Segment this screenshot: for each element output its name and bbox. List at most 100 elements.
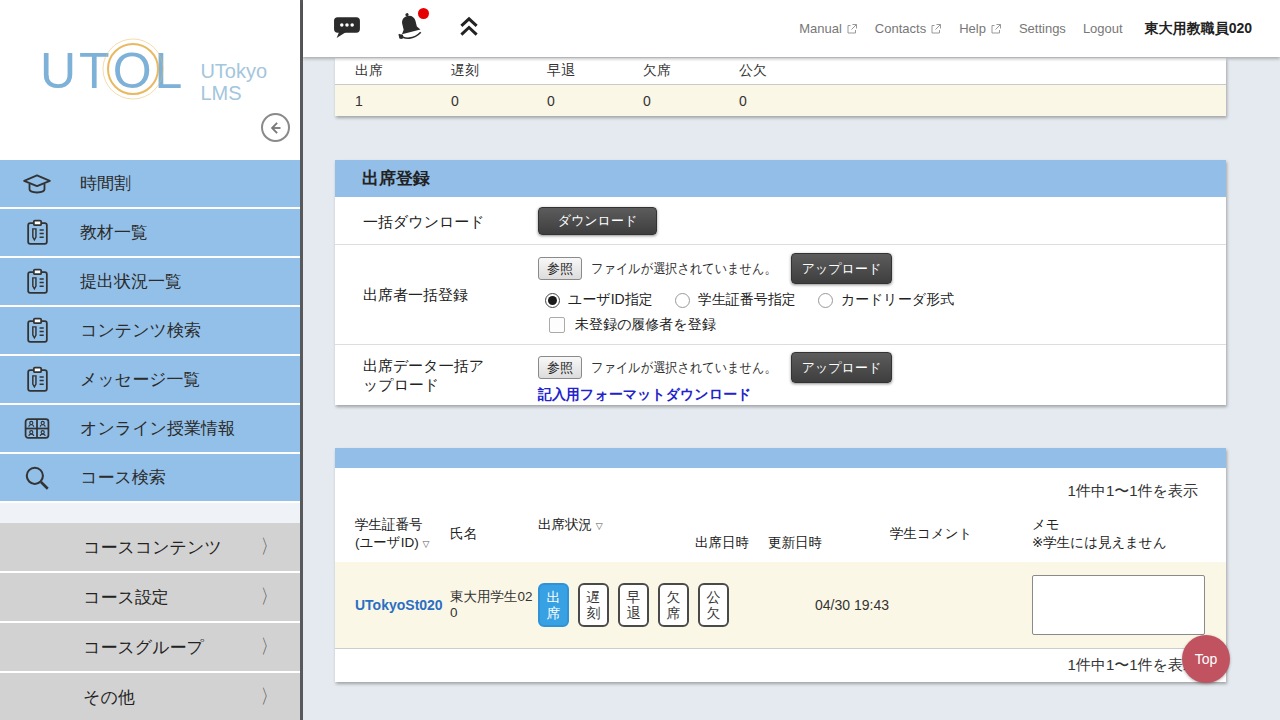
- student-name: 東大用学生020: [450, 589, 538, 621]
- status-present-button[interactable]: 出席: [538, 583, 569, 627]
- utol-logo-subtitle: UTokyo LMS: [200, 60, 267, 105]
- summary-header-cell: 欠席: [643, 62, 739, 80]
- radio-card-reader[interactable]: [818, 293, 833, 308]
- arrow-left-icon: [267, 119, 285, 137]
- sort-icon[interactable]: ▽: [596, 521, 603, 531]
- sidebar-item-label: 教材一覧: [80, 221, 148, 244]
- header-attend-time: 出席日時: [695, 534, 768, 552]
- help-link[interactable]: Help: [959, 21, 1002, 36]
- notification-badge: [418, 8, 429, 19]
- radio-label[interactable]: ユーザID指定: [568, 291, 653, 309]
- header-name: 氏名: [450, 525, 538, 543]
- bulk-register-row: 出席者一括登録 参照 ファイルが選択されていません。 アップロード ユーザID指…: [335, 245, 1226, 345]
- sidebar-item-messages[interactable]: メッセージ一覧: [0, 356, 300, 403]
- sidebar-collapse-button[interactable]: [261, 113, 290, 142]
- status-excused-button[interactable]: 公欠: [698, 583, 729, 627]
- download-button[interactable]: ダウンロード: [538, 207, 657, 235]
- graduation-cap-icon: [20, 171, 54, 197]
- sidebar-item-others[interactable]: その他 〉: [0, 673, 300, 720]
- manual-link[interactable]: Manual: [799, 21, 858, 36]
- data-upload-row: 出席データ一括アップロード 参照 ファイルが選択されていません。 アップロード …: [335, 345, 1226, 405]
- clipboard-icon: [20, 366, 54, 393]
- upload-button[interactable]: アップロード: [791, 253, 892, 284]
- contacts-link[interactable]: Contacts: [875, 21, 942, 36]
- submenu-item-label: コースコンテンツ: [83, 536, 222, 559]
- radio-label[interactable]: カードリーダ形式: [841, 291, 954, 309]
- scroll-to-top-button[interactable]: Top: [1182, 635, 1230, 683]
- sidebar-item-materials[interactable]: 教材一覧: [0, 209, 300, 256]
- register-unenrolled-checkbox[interactable]: [549, 317, 565, 333]
- sidebar-item-label: オンライン授業情報: [80, 417, 235, 440]
- external-link-icon: [846, 23, 858, 35]
- students-table-header-bar: [335, 448, 1226, 468]
- chevron-right-icon: 〉: [261, 585, 276, 610]
- summary-header-cell: 公欠: [739, 62, 835, 80]
- sidebar-item-label: 提出状況一覧: [80, 270, 182, 293]
- header-status[interactable]: 出席状況 ▽: [538, 516, 695, 534]
- utol-logo-o-rings: O: [113, 46, 155, 96]
- students-table-header-row: 学生証番号(ユーザID) ▽ 氏名 出席状況 ▽ 出席日時 更新日時 学生コメン…: [335, 505, 1226, 562]
- bulk-download-row: 一括ダウンロード ダウンロード: [335, 197, 1226, 245]
- sidebar-item-label: 時間割: [80, 172, 131, 195]
- bulk-register-label: 出席者一括登録: [363, 286, 468, 305]
- radio-user-id[interactable]: [545, 293, 560, 308]
- summary-value-cell: 0: [451, 93, 547, 109]
- no-file-text: ファイルが選択されていません。: [591, 260, 758, 278]
- sidebar-gap: [0, 503, 300, 523]
- sidebar-item-content-search[interactable]: コンテンツ検索: [0, 307, 300, 354]
- format-download-link[interactable]: 記入用フォーマットダウンロード: [538, 386, 751, 404]
- people-grid-icon: [20, 415, 54, 442]
- clipboard-icon: [20, 219, 54, 246]
- status-buttons: 出席 遅刻 早退 欠席 公欠: [538, 583, 695, 627]
- students-table-footer: 1件中1〜1件を表示: [335, 648, 1226, 682]
- sidebar-item-course-group[interactable]: コースグループ 〉: [0, 623, 300, 671]
- sidebar-item-label: コンテンツ検索: [80, 319, 201, 342]
- radio-label[interactable]: 学生証番号指定: [698, 291, 796, 309]
- sidebar-item-submissions[interactable]: 提出状況一覧: [0, 258, 300, 305]
- utol-logo-text: UTOL: [40, 46, 185, 96]
- status-late-button[interactable]: 遅刻: [578, 583, 609, 627]
- memo-textarea[interactable]: [1032, 575, 1205, 635]
- header-update-time: 更新日時: [768, 534, 890, 552]
- sidebar-item-label: コース検索: [80, 466, 166, 489]
- attendance-summary-table: 出席 遅刻 早退 欠席 公欠 1 0 0 0 0: [335, 58, 1226, 116]
- user-name: 東大用教職員020: [1145, 20, 1252, 38]
- header-student-id[interactable]: 学生証番号(ユーザID) ▽: [355, 516, 450, 551]
- sidebar-item-online-class[interactable]: オンライン授業情報: [0, 405, 300, 452]
- sidebar-item-course-search[interactable]: コース検索: [0, 454, 300, 501]
- logout-link[interactable]: Logout: [1083, 21, 1123, 36]
- student-id-link[interactable]: UTokyoSt020: [355, 597, 450, 613]
- section-title: 出席登録: [335, 160, 1226, 197]
- summary-header-cell: 早退: [547, 62, 643, 80]
- sort-icon[interactable]: ▽: [422, 539, 429, 549]
- sidebar-item-timetable[interactable]: 時間割: [0, 160, 300, 207]
- notifications-bell-icon[interactable]: [393, 11, 427, 47]
- chevron-right-icon: 〉: [261, 535, 276, 560]
- status-absent-button[interactable]: 欠席: [658, 583, 689, 627]
- double-chevron-up-icon[interactable]: [458, 15, 480, 43]
- clipboard-icon: [20, 268, 54, 295]
- summary-data-row: 1 0 0 0 0: [335, 85, 1226, 116]
- upload-button[interactable]: アップロード: [791, 352, 892, 383]
- submenu-item-label: その他: [83, 686, 135, 709]
- settings-link[interactable]: Settings: [1019, 21, 1066, 36]
- attendance-register-section: 出席登録 一括ダウンロード ダウンロード 出席者一括登録 参照 ファイルが選択さ…: [335, 160, 1226, 405]
- sidebar-item-course-settings[interactable]: コース設定 〉: [0, 573, 300, 621]
- bulk-download-label: 一括ダウンロード: [363, 213, 485, 232]
- clipboard-icon: [20, 317, 54, 344]
- sidebar-item-course-contents[interactable]: コースコンテンツ 〉: [0, 523, 300, 571]
- submenu-item-label: コースグループ: [83, 636, 204, 659]
- external-link-icon: [990, 23, 1002, 35]
- data-upload-label: 出席データ一括アップロード: [363, 357, 498, 395]
- checkbox-label[interactable]: 未登録の履修者を登録: [575, 316, 716, 334]
- summary-value-cell: 0: [643, 93, 739, 109]
- header-student-comment: 学生コメント: [890, 525, 1032, 543]
- chat-icon[interactable]: [333, 14, 362, 43]
- status-early-leave-button[interactable]: 早退: [618, 583, 649, 627]
- student-row: UTokyoSt020 東大用学生020 出席 遅刻 早退 欠席 公欠 04/3…: [335, 562, 1226, 648]
- browse-button[interactable]: 参照: [538, 257, 582, 280]
- header-memo: メモ※学生には見えません: [1032, 516, 1226, 551]
- summary-value-cell: 1: [355, 93, 451, 109]
- radio-student-number[interactable]: [675, 293, 690, 308]
- browse-button[interactable]: 参照: [538, 356, 582, 379]
